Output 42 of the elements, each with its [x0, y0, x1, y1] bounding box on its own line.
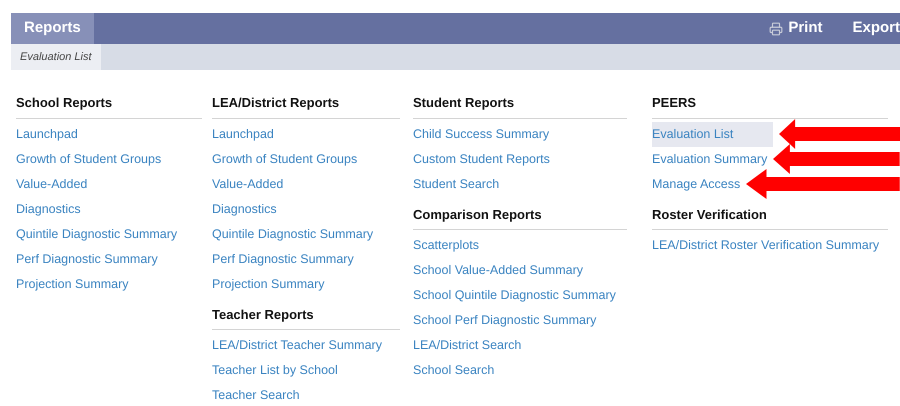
printer-icon [769, 22, 784, 36]
section-heading: LEA/District Reports [212, 93, 400, 118]
section-heading: Student Reports [413, 93, 627, 118]
report-link[interactable]: Custom Student Reports [413, 146, 550, 172]
report-link[interactable]: Perf Diagnostic Summary [16, 246, 158, 272]
report-link[interactable]: Growth of Student Groups [212, 146, 358, 172]
report-link[interactable]: School Value-Added Summary [413, 258, 583, 283]
report-link[interactable]: Projection Summary [16, 272, 129, 296]
section-heading: Roster Verification [652, 204, 888, 230]
report-link[interactable]: Quintile Diagnostic Summary [212, 222, 374, 246]
report-link[interactable]: Evaluation Summary [652, 146, 768, 172]
report-link[interactable]: Evaluation List [652, 122, 773, 146]
report-link[interactable]: Quintile Diagnostic Summary [16, 222, 178, 246]
print-button[interactable]: Print [769, 13, 822, 44]
report-link[interactable]: Launchpad [16, 122, 78, 146]
section-heading: Comparison Reports [413, 204, 627, 230]
report-link[interactable]: Teacher Search [212, 383, 300, 406]
report-link[interactable]: Perf Diagnostic Summary [212, 246, 354, 272]
reports-tab[interactable]: Reports [11, 13, 94, 44]
report-link[interactable]: Student Search [413, 172, 500, 196]
report-link[interactable]: Manage Access [652, 172, 740, 196]
section-heading: School Reports [16, 93, 202, 118]
report-link[interactable]: Scatterplots [413, 233, 480, 258]
report-link[interactable]: School Quintile Diagnostic Summary [413, 283, 616, 308]
section-heading: Teacher Reports [212, 304, 400, 330]
report-link[interactable]: Teacher List by School [212, 358, 338, 383]
report-link[interactable]: Diagnostics [212, 196, 277, 222]
report-link[interactable]: Value-Added [212, 172, 284, 196]
report-link[interactable]: Growth of Student Groups [16, 146, 162, 172]
report-link[interactable]: School Perf Diagnostic Summary [413, 308, 596, 333]
report-link[interactable]: Value-Added [16, 172, 88, 196]
report-link[interactable]: Launchpad [212, 122, 274, 146]
report-link[interactable]: LEA/District Teacher Summary [212, 333, 382, 358]
section-heading: PEERS [652, 93, 888, 118]
report-link[interactable]: LEA/District Roster Verification Summary [652, 233, 880, 258]
export-button[interactable]: Export [852, 13, 900, 44]
report-link[interactable]: School Search [413, 358, 494, 383]
report-link[interactable]: Child Success Summary [413, 122, 550, 146]
report-link[interactable]: Diagnostics [16, 196, 81, 222]
report-link[interactable]: Projection Summary [212, 272, 325, 296]
breadcrumb[interactable]: Evaluation List [11, 44, 101, 70]
report-link[interactable]: LEA/District Search [413, 333, 522, 358]
